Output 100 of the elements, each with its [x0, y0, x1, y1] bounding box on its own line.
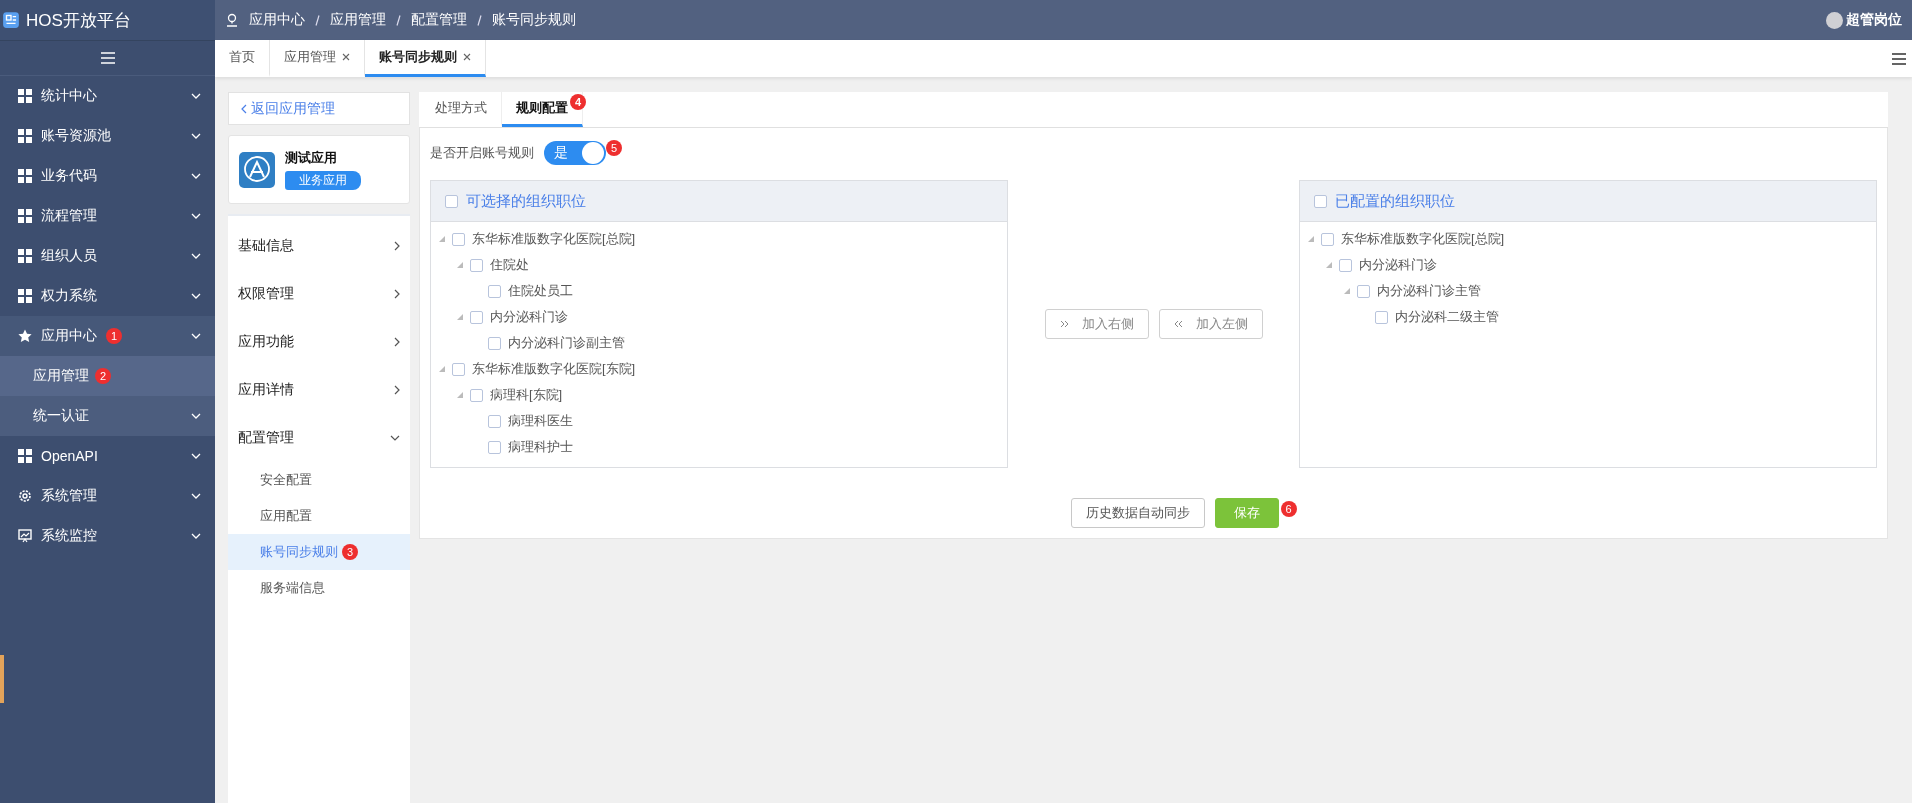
- tree-node-label[interactable]: 内分泌科门诊: [490, 308, 568, 326]
- checkbox[interactable]: [445, 194, 458, 208]
- tree-node-label[interactable]: 内分泌科门诊: [1359, 256, 1437, 274]
- breadcrumb-separator: [477, 14, 482, 26]
- breadcrumb-item[interactable]: 应用管理: [330, 11, 386, 29]
- checkbox[interactable]: [470, 388, 483, 402]
- back-link[interactable]: 返回应用管理: [228, 92, 410, 125]
- breadcrumb-separator: [396, 14, 401, 26]
- sidebar-item[interactable]: 账号资源池: [0, 116, 215, 156]
- tree-node-label[interactable]: 东华标准版数字化医院[东院]: [472, 360, 636, 378]
- expand-triangle-icon[interactable]: [1344, 288, 1350, 294]
- tree-node-label[interactable]: 病理科护士: [508, 438, 573, 456]
- action-button[interactable]: 历史数据自动同步: [1070, 498, 1205, 528]
- step-badge: 6: [1280, 501, 1297, 517]
- checkbox[interactable]: [1321, 232, 1334, 246]
- sidebar-item[interactable]: 统计中心: [0, 76, 215, 116]
- close-icon[interactable]: [342, 53, 350, 61]
- content-tab[interactable]: 规则配置 4: [502, 92, 583, 127]
- app-title: HOS开放平台: [26, 9, 131, 32]
- tree-node-label[interactable]: 内分泌科二级主管: [1395, 308, 1499, 326]
- checkbox[interactable]: [470, 310, 483, 324]
- expand-triangle-icon[interactable]: [439, 366, 445, 372]
- chevron-right-icon: [394, 289, 400, 299]
- tree-node-label[interactable]: 住院处员工: [508, 282, 573, 300]
- checkbox[interactable]: [488, 284, 501, 298]
- expand-triangle-icon[interactable]: [457, 392, 463, 398]
- tab-label: 处理方式: [435, 99, 487, 117]
- app-name: 测试应用: [285, 149, 337, 167]
- panel-title: 可选择的组织职位: [466, 191, 586, 211]
- page-tab[interactable]: 应用管理: [270, 40, 365, 77]
- submenu-item[interactable]: 安全配置: [228, 462, 410, 498]
- checkbox[interactable]: [488, 336, 501, 350]
- expand-triangle-icon[interactable]: [457, 314, 463, 320]
- transfer-button[interactable]: 加入右侧: [1044, 309, 1149, 339]
- submenu-item[interactable]: 服务端信息: [228, 570, 410, 606]
- checkbox[interactable]: [1357, 284, 1370, 298]
- side-tab[interactable]: [0, 655, 4, 703]
- monitor-icon: [18, 529, 32, 543]
- sidebar-item[interactable]: 权力系统: [0, 276, 215, 316]
- menu-item[interactable]: 权限管理: [228, 270, 410, 318]
- submenu-item[interactable]: 统一认证: [0, 396, 215, 436]
- checkbox[interactable]: [1375, 310, 1388, 324]
- menu-item[interactable]: 应用详情: [228, 366, 410, 414]
- checkbox[interactable]: [452, 232, 465, 246]
- expand-triangle-icon[interactable]: [1308, 236, 1314, 242]
- tree-node-label[interactable]: 病理科[东院]: [490, 386, 563, 404]
- menu-label: 配置管理: [238, 429, 294, 447]
- sidebar-item[interactable]: 组织人员: [0, 236, 215, 276]
- chevron-down-icon: [191, 533, 201, 539]
- page-tab[interactable]: 账号同步规则: [365, 40, 486, 77]
- tree-node-label[interactable]: 住院处: [490, 256, 529, 274]
- menu-item[interactable]: 基础信息: [228, 222, 410, 270]
- close-icon[interactable]: [463, 53, 471, 61]
- breadcrumb-item[interactable]: 账号同步规则: [492, 11, 576, 29]
- grid-icon: [18, 249, 32, 263]
- checkbox[interactable]: [488, 414, 501, 428]
- step-badge: 1: [106, 328, 122, 344]
- checkbox[interactable]: [1339, 258, 1352, 272]
- expand-triangle-icon[interactable]: [457, 262, 463, 268]
- menu-label: 基础信息: [238, 237, 294, 255]
- sidebar-item[interactable]: OpenAPI: [0, 436, 215, 476]
- tree-node-label[interactable]: 内分泌科门诊主管: [1377, 282, 1481, 300]
- step-badge: 4: [570, 94, 586, 110]
- tree-node-label[interactable]: 病理科医生: [508, 412, 573, 430]
- menu-label: 应用详情: [238, 381, 294, 399]
- checkbox[interactable]: [452, 362, 465, 376]
- tree-node-label[interactable]: 内分泌科门诊副主管: [508, 334, 625, 352]
- sidebar-item[interactable]: 系统监控: [0, 516, 215, 556]
- menu-icon[interactable]: [1892, 52, 1906, 65]
- switch-label: 是否开启账号规则: [430, 144, 534, 162]
- sidebar-item[interactable]: 业务代码: [0, 156, 215, 196]
- grid-icon: [18, 209, 32, 223]
- expand-triangle-icon[interactable]: [439, 236, 445, 242]
- page-tab[interactable]: 首页: [215, 40, 270, 77]
- checkbox[interactable]: [1314, 194, 1327, 208]
- submenu-item[interactable]: 应用配置: [228, 498, 410, 534]
- tree-node-label[interactable]: 东华标准版数字化医院[总院]: [1341, 230, 1505, 248]
- submenu-label: 应用配置: [260, 507, 312, 525]
- content-tab[interactable]: 处理方式: [421, 92, 502, 127]
- sidebar-label: 组织人员: [41, 247, 97, 265]
- expand-triangle-icon[interactable]: [1326, 262, 1332, 268]
- sidebar-item[interactable]: 系统管理: [0, 476, 215, 516]
- double-chevron-left-icon: [1173, 320, 1184, 328]
- app-store-icon: [239, 151, 275, 188]
- sidebar-label: 账号资源池: [41, 127, 111, 145]
- breadcrumb-item[interactable]: 应用中心: [249, 11, 305, 29]
- checkbox[interactable]: [470, 258, 483, 272]
- menu-item[interactable]: 应用功能: [228, 318, 410, 366]
- tree-node-label[interactable]: 东华标准版数字化医院[总院]: [472, 230, 636, 248]
- submenu-label: 应用管理: [33, 367, 89, 385]
- submenu-item[interactable]: 账号同步规则 3: [228, 534, 410, 570]
- menu-item[interactable]: 配置管理: [228, 414, 410, 462]
- submenu-item[interactable]: 应用管理 2: [0, 356, 215, 396]
- sidebar-item[interactable]: 流程管理: [0, 196, 215, 236]
- double-chevron-right-icon: [1059, 320, 1070, 328]
- breadcrumb-item[interactable]: 配置管理: [411, 11, 467, 29]
- transfer-button[interactable]: 加入左侧: [1158, 309, 1263, 339]
- checkbox[interactable]: [488, 440, 501, 454]
- user-name[interactable]: 超管岗位: [1846, 11, 1902, 29]
- sidebar-label: OpenAPI: [41, 448, 98, 464]
